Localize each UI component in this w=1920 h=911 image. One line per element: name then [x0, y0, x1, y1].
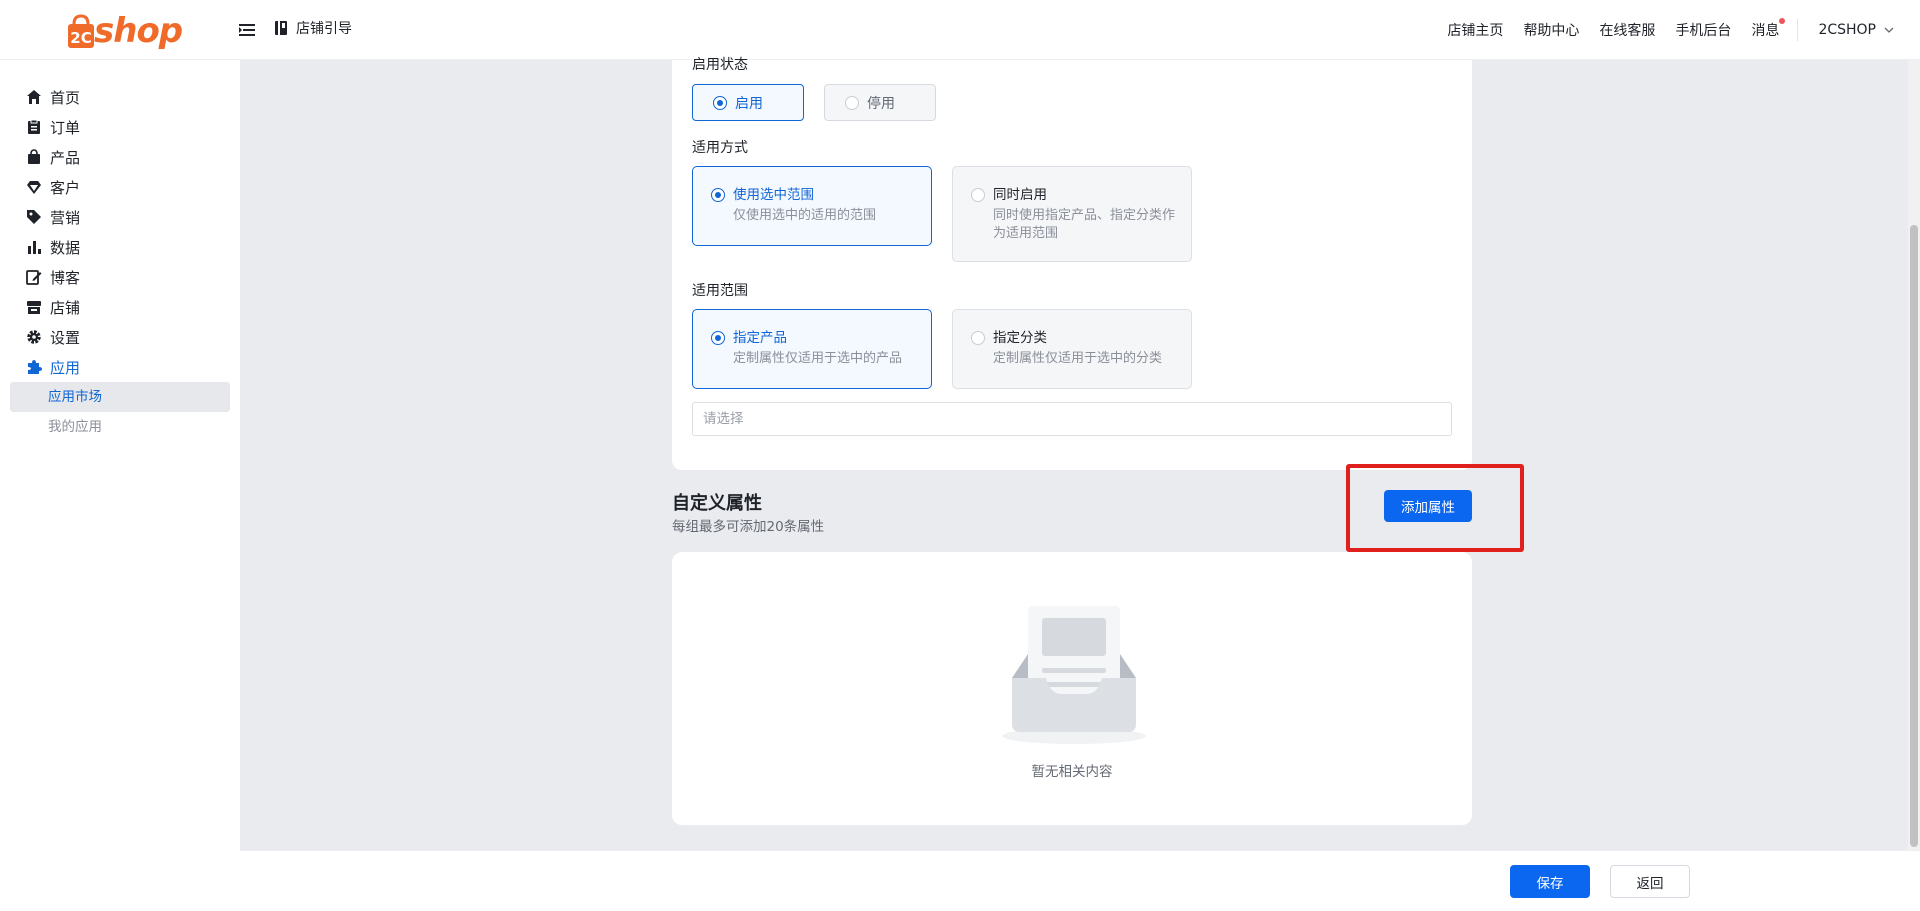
svg-text:2C: 2C: [70, 29, 91, 47]
sidebar-item-label: 店铺: [50, 298, 81, 317]
chart-icon: [28, 241, 41, 254]
mode-option-selected-range[interactable]: 使用选中范围 仅使用选中的适用的范围: [692, 166, 932, 246]
chevron-down-icon: [1884, 27, 1894, 33]
sidebar-item-label: 首页: [50, 88, 81, 107]
sidebar-item-label: 客户: [50, 178, 81, 197]
gear-icon: [27, 330, 41, 344]
book-icon: [275, 21, 287, 35]
messages-label: 消息: [1751, 23, 1780, 39]
online-service-link[interactable]: 在线客服: [1599, 20, 1655, 40]
scrollbar-thumb[interactable]: [1910, 225, 1918, 847]
unread-dot: [1779, 18, 1786, 24]
bag-icon: [28, 149, 40, 164]
sidebar-item-label: 数据: [50, 238, 81, 257]
puzzle-icon: [28, 360, 42, 374]
sidebar-item-customers[interactable]: 客户: [0, 172, 240, 202]
back-button[interactable]: 返回: [1610, 865, 1690, 898]
status-disable-radio[interactable]: 停用: [824, 84, 936, 121]
sidebar-item-apps[interactable]: 应用: [0, 352, 240, 382]
top-header: 2C shop 店铺引导 店铺主页 帮助中心 在线客服 手机后台 消息 2CSH…: [0, 0, 1920, 60]
sidebar-item-label: 营销: [50, 208, 81, 227]
sidebar-item-blog[interactable]: 博客: [0, 262, 240, 292]
option-desc: 同时使用指定产品、指定分类作为适用范围: [993, 208, 1176, 241]
sidebar: 首页 订单 产品 客户 营销 数据 博客 店铺 设置 应用 应用市场 我的应用: [0, 60, 240, 911]
option-title: 使用选中范围: [733, 187, 814, 203]
footer-actions: 保存 返回: [240, 850, 1920, 911]
sidebar-item-data[interactable]: 数据: [0, 232, 240, 262]
option-title: 同时启用: [993, 187, 1047, 203]
sidebar-item-marketing[interactable]: 营销: [0, 202, 240, 232]
logo[interactable]: 2C shop: [66, 10, 183, 51]
header-divider: [1797, 19, 1799, 41]
logo-text: shop: [94, 11, 183, 51]
logo-bag-icon: 2C: [68, 14, 94, 48]
empty-inbox-icon: [1002, 606, 1146, 744]
radio-label: 启用: [735, 95, 763, 112]
store-icon: [27, 301, 41, 314]
option-desc: 仅使用选中的适用的范围: [733, 208, 877, 223]
header-links: 店铺主页 帮助中心 在线客服 手机后台 消息 2CSHOP: [1427, 0, 1894, 60]
save-button[interactable]: 保存: [1510, 865, 1590, 898]
custom-attrs-title: 自定义属性: [672, 493, 762, 514]
settings-card: 启用状态 启用 停用 适用方式 使用选中范围 仅使用选中的适用的范围 同时启用 …: [672, 57, 1472, 470]
radio-dot: [711, 188, 725, 202]
radio-dot: [971, 188, 985, 202]
sidebar-item-label: 产品: [50, 148, 81, 167]
scope-option-categories[interactable]: 指定分类 定制属性仅适用于选中的分类: [952, 309, 1192, 389]
mobile-admin-link[interactable]: 手机后台: [1675, 20, 1731, 40]
home-icon: [27, 90, 41, 104]
status-enable-radio[interactable]: 启用: [692, 84, 804, 121]
menu-toggle-icon[interactable]: [238, 21, 256, 39]
option-desc: 定制属性仅适用于选中的产品: [733, 351, 903, 366]
sidebar-item-store[interactable]: 店铺: [0, 292, 240, 322]
main-content: 启用状态 启用 停用 适用方式 使用选中范围 仅使用选中的适用的范围 同时启用 …: [240, 57, 1908, 850]
help-center-link[interactable]: 帮助中心: [1523, 20, 1579, 40]
sidebar-item-orders[interactable]: 订单: [0, 112, 240, 142]
sidebar-item-home[interactable]: 首页: [0, 82, 240, 112]
messages-link[interactable]: 消息: [1751, 18, 1786, 40]
sidebar-subitem-my-apps[interactable]: 我的应用: [10, 412, 230, 442]
option-title: 指定分类: [993, 330, 1047, 346]
radio-dot: [713, 95, 727, 110]
user-menu[interactable]: 2CSHOP: [1818, 22, 1894, 38]
attributes-empty-card: 暂无相关内容: [672, 552, 1472, 825]
sidebar-item-label: 订单: [50, 118, 81, 137]
option-title: 指定产品: [733, 330, 787, 346]
mode-option-both[interactable]: 同时启用 同时使用指定产品、指定分类作为适用范围: [952, 166, 1192, 262]
edit-icon: [26, 270, 42, 285]
store-home-link[interactable]: 店铺主页: [1447, 20, 1503, 40]
sidebar-item-label: 博客: [50, 268, 81, 287]
tag-icon: [27, 210, 41, 224]
sidebar-subitem-app-market[interactable]: 应用市场: [10, 382, 230, 412]
custom-attrs-subtitle: 每组最多可添加20条属性: [672, 519, 825, 535]
scope-select[interactable]: 请选择: [692, 402, 1452, 436]
status-label: 启用状态: [692, 57, 748, 73]
store-guide-label: 店铺引导: [296, 21, 352, 37]
diamond-icon: [27, 181, 41, 194]
user-name: 2CSHOP: [1818, 22, 1876, 38]
store-guide-link[interactable]: 店铺引导: [274, 18, 352, 38]
option-desc: 定制属性仅适用于选中的分类: [993, 351, 1163, 366]
radio-dot: [971, 331, 985, 345]
highlight-box: [1346, 464, 1524, 552]
radio-dot: [711, 331, 725, 345]
sidebar-item-settings[interactable]: 设置: [0, 322, 240, 352]
scope-option-products[interactable]: 指定产品 定制属性仅适用于选中的产品: [692, 309, 932, 389]
sidebar-item-label: 应用: [50, 358, 81, 377]
mode-label: 适用方式: [692, 140, 748, 156]
order-icon: [28, 119, 40, 134]
sidebar-item-label: 设置: [50, 328, 81, 347]
empty-text: 暂无相关内容: [1031, 764, 1113, 780]
radio-dot: [845, 95, 859, 110]
scope-label: 适用范围: [692, 283, 748, 299]
sidebar-item-products[interactable]: 产品: [0, 142, 240, 172]
radio-label: 停用: [867, 95, 895, 112]
